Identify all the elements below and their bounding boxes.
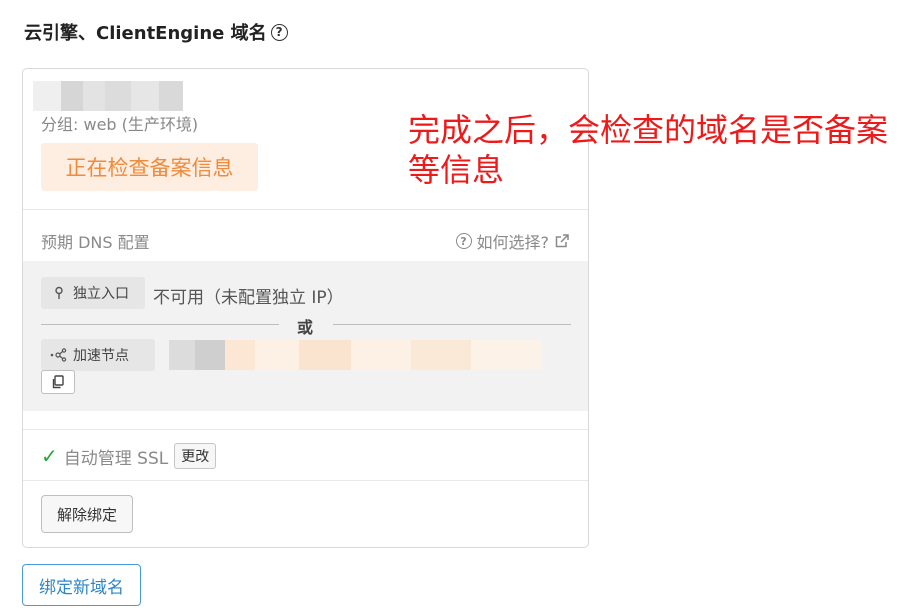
divider — [23, 480, 588, 481]
copy-button[interactable] — [41, 370, 75, 394]
divider — [23, 209, 588, 210]
dns-config-title: 预期 DNS 配置 — [41, 233, 150, 252]
question-circle-icon: ? — [455, 233, 472, 249]
annotation-line-1: 完成之后，会检查的域名是否备案 — [408, 111, 889, 149]
dns-options-panel: 独立入口 不可用（未配置独立 IP） 或 加速节点 — [23, 261, 588, 411]
status-tag: 正在检查备案信息 — [41, 143, 258, 191]
group-label: 分组: web (生产环境) — [41, 115, 199, 134]
bind-new-domain-button[interactable]: 绑定新域名 — [22, 564, 141, 606]
section-title: 云引擎、ClientEngine 域名 — [24, 23, 267, 44]
cname-address-redacted — [169, 340, 542, 370]
question-circle-icon[interactable]: ? — [270, 23, 288, 41]
acceleration-node-label: 加速节点 — [73, 348, 129, 364]
annotation-text: 完成之后，会检查的域名是否备案 等信息 — [408, 110, 908, 190]
divider — [23, 429, 588, 430]
check-icon: ✓ — [41, 444, 58, 468]
ssl-row: ✓ 自动管理 SSL 更改 — [41, 443, 217, 469]
or-divider-right — [333, 324, 571, 325]
share-nodes-icon — [49, 348, 69, 362]
how-to-choose-label: 如何选择? — [476, 233, 550, 252]
how-to-choose-link[interactable]: ? 如何选择? — [455, 229, 571, 253]
acceleration-node-chip: 加速节点 — [41, 339, 155, 371]
dedicated-ip-value: 不可用（未配置独立 IP） — [153, 288, 344, 308]
external-link-icon — [555, 234, 569, 248]
domain-name-redacted — [33, 81, 183, 111]
ssl-label: 自动管理 SSL — [63, 448, 169, 469]
or-divider-left — [41, 324, 279, 325]
pin-icon — [49, 286, 69, 300]
unbind-button[interactable]: 解除绑定 — [41, 495, 133, 533]
or-label: 或 — [297, 318, 314, 337]
dedicated-entry-label: 独立入口 — [73, 286, 129, 302]
dedicated-entry-chip: 独立入口 — [41, 277, 145, 309]
copy-icon — [52, 375, 64, 389]
change-ssl-button[interactable]: 更改 — [174, 443, 217, 469]
annotation-line-2: 等信息 — [408, 151, 505, 189]
section-heading: 云引擎、ClientEngine 域名 ? — [24, 20, 288, 44]
